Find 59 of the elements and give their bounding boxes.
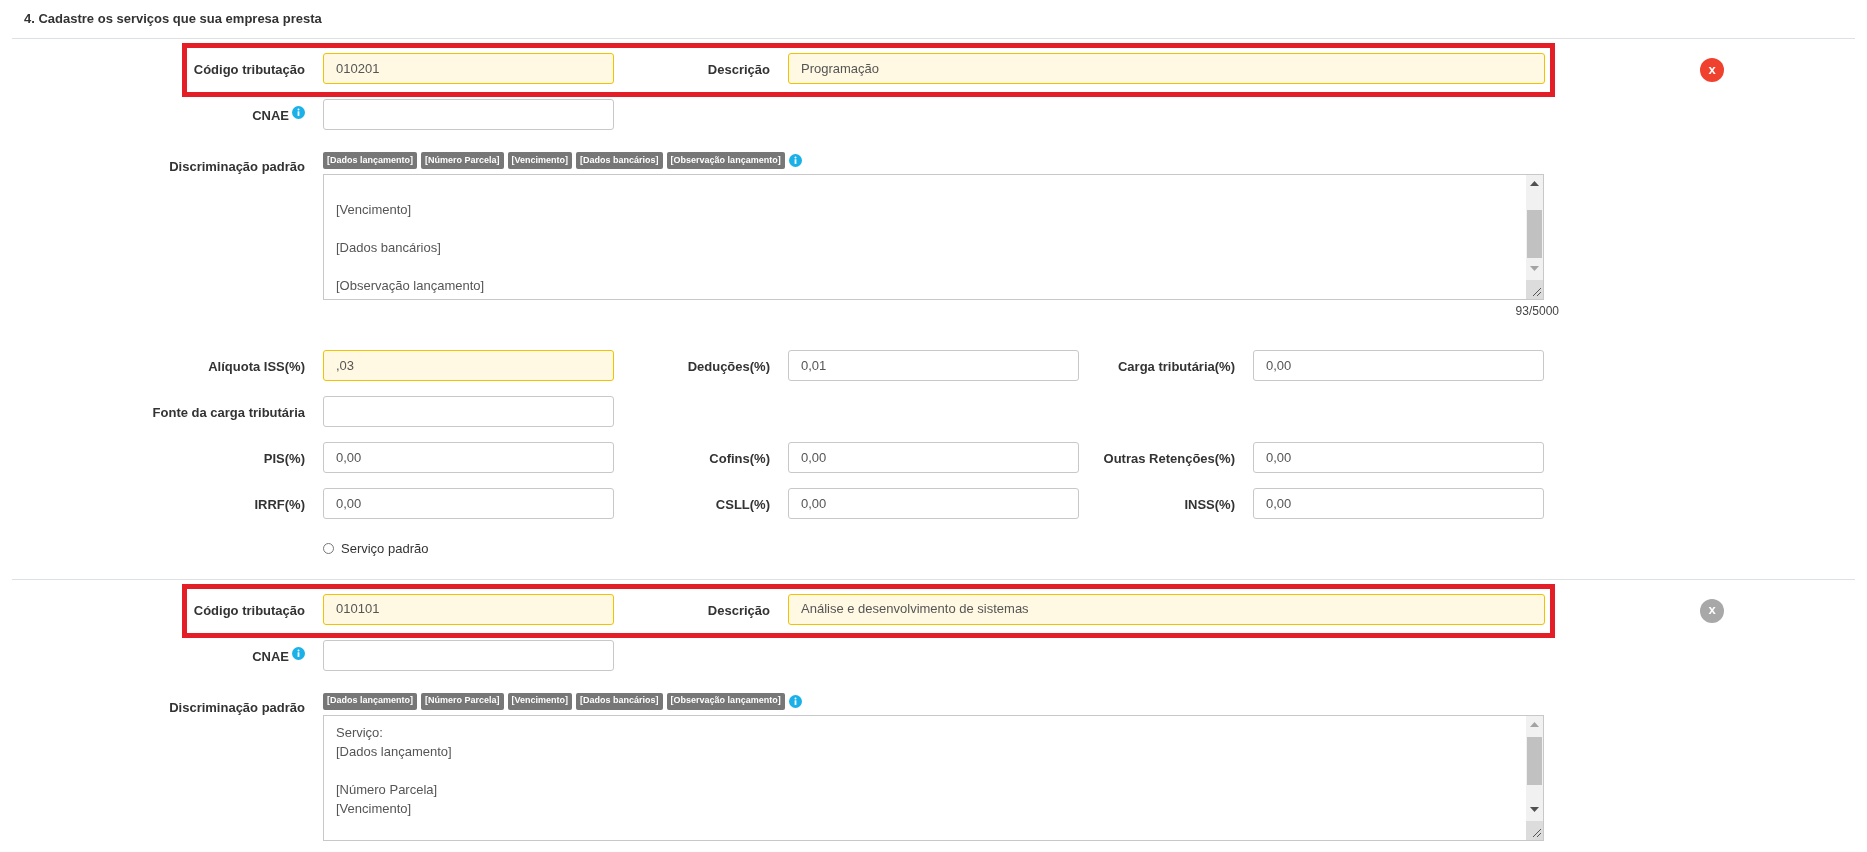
tag-button[interactable]: [Observação lançamento] (666, 152, 785, 169)
field-label: Outras Retenções(%) (1103, 450, 1235, 468)
field-label: Código tributação (193, 61, 305, 79)
field-label: CSLL(%) (715, 496, 770, 514)
input-field[interactable]: 0,00 (788, 488, 1079, 519)
field-label: Fonte da carga tributária (152, 404, 305, 422)
field-label: Descrição (707, 601, 770, 620)
tag-button[interactable]: [Vencimento] (507, 692, 573, 710)
tag-button[interactable]: [Observação lançamento] (666, 692, 785, 710)
remove-button[interactable]: x (1700, 58, 1724, 82)
scrollbar-drawing[interactable] (1526, 715, 1543, 840)
input-field[interactable]: 0,01 (788, 350, 1079, 381)
input-field[interactable]: 0,00 (323, 442, 614, 473)
textarea-text: [Vencimento] [Dados bancários] [Observação lançamento] (336, 201, 485, 295)
input-field[interactable]: 0,00 (323, 488, 614, 519)
info-icon (788, 154, 802, 167)
field-label: Descrição (707, 61, 770, 79)
input-field[interactable]: 010101 (323, 593, 614, 625)
field-label: PIS(%) (263, 450, 305, 468)
field-label: Alíquota ISS(%) (208, 358, 305, 376)
section-title: 4. Cadastre os serviços que sua empresa presta (24, 11, 322, 26)
radio-button[interactable] (323, 543, 334, 555)
tag-button[interactable]: [Vencimento] (507, 152, 573, 169)
field-label: Discriminação padrão (169, 698, 305, 717)
field-label: Discriminação padrão (169, 158, 305, 176)
input-field[interactable]: 0,00 (1253, 442, 1544, 473)
input-field[interactable]: 010201 (323, 53, 614, 84)
input-field[interactable]: 0,00 (1253, 350, 1544, 381)
field-label: Código tributação (193, 601, 305, 620)
character-counter: 93/5000 (1515, 303, 1559, 320)
input-field[interactable]: Programação (788, 53, 1545, 84)
text-area[interactable]: [Vencimento] [Dados bancários] [Observação lançamento] (323, 174, 1544, 300)
field-label: Carga tributária(%) (1117, 358, 1235, 376)
scrollbar-drawing[interactable] (1526, 175, 1543, 299)
tag-button[interactable]: [Dados bancários] (576, 692, 663, 710)
tag-button[interactable]: [Número Parcela] (421, 692, 504, 710)
tag-button[interactable]: [Número Parcela] (421, 152, 504, 169)
input-field[interactable]: ,03 (323, 350, 614, 381)
field-label: Cofins(%) (709, 450, 770, 468)
field-label: CNAE (252, 107, 289, 125)
textarea-text: Serviço: [Dados lançamento] [Número Parcela] [Vencimento] (336, 723, 452, 818)
info-icon (788, 694, 802, 708)
radio-label: Serviço padrão (341, 540, 429, 558)
tag-button[interactable]: [Dados lançamento] (323, 152, 417, 169)
info-icon (292, 106, 305, 119)
input-field[interactable] (323, 639, 614, 671)
field-label: INSS(%) (1184, 496, 1235, 514)
input-field[interactable] (323, 99, 614, 130)
input-field[interactable]: Análise e desenvolvimento de sistemas (788, 593, 1545, 625)
field-label: CNAE (252, 647, 289, 666)
field-label: Deduções(%) (687, 358, 770, 376)
input-field[interactable]: 0,00 (788, 442, 1079, 473)
input-field[interactable] (323, 396, 614, 427)
text-area[interactable]: Serviço: [Dados lançamento] [Número Parcela] [Vencimento] (323, 714, 1544, 841)
tag-button[interactable]: [Dados bancários] (576, 152, 663, 169)
input-field[interactable]: 0,00 (1253, 488, 1544, 519)
tag-button[interactable]: [Dados lançamento] (323, 692, 417, 710)
field-label: IRRF(%) (254, 496, 305, 514)
info-icon (292, 646, 305, 660)
